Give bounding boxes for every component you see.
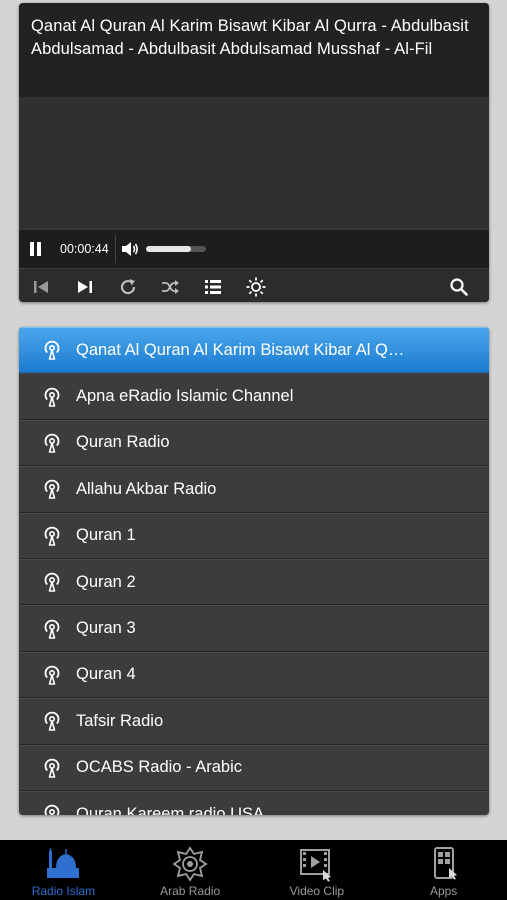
now-playing-title: Qanat Al Quran Al Karim Bisawt Kibar Al …	[19, 3, 489, 97]
station-row[interactable]: Quran Radio	[19, 419, 489, 467]
tab-apps[interactable]: Apps	[380, 840, 507, 900]
search-icon	[450, 277, 468, 296]
station-row[interactable]: Quran 2	[19, 558, 489, 606]
station-row[interactable]: Quran 3	[19, 605, 489, 652]
elapsed-time: 00:00:44	[60, 242, 109, 256]
shuffle-icon	[162, 279, 179, 294]
radio-tower-icon	[44, 480, 60, 500]
tab-video-clip[interactable]: Video Clip	[254, 840, 381, 900]
audio-player: Qanat Al Quran Al Karim Bisawt Kibar Al …	[19, 3, 489, 302]
video-clip-icon	[299, 849, 331, 882]
list-icon	[205, 279, 221, 294]
station-label: Allahu Akbar Radio	[76, 479, 217, 498]
station-label: OCABS Radio - Arabic	[76, 758, 242, 777]
tab-label: Video Clip	[289, 884, 345, 898]
settings-button[interactable]	[235, 269, 277, 302]
station-label: Quran Radio	[76, 433, 170, 452]
radio-tower-icon	[44, 572, 60, 592]
radio-tower-icon	[44, 526, 60, 546]
station-label: Apna eRadio Islamic Channel	[76, 387, 294, 406]
playback-controls: 00:00:44	[19, 229, 489, 268]
radio-tower-icon	[44, 433, 60, 453]
repeat-button[interactable]	[107, 269, 149, 302]
station-label: Quran 1	[76, 526, 136, 545]
station-row[interactable]: Tafsir Radio	[19, 698, 489, 745]
radio-tower-icon	[44, 340, 60, 360]
player-toolbar	[19, 268, 489, 302]
station-row[interactable]: Quran 4	[19, 651, 489, 699]
radio-tower-icon	[44, 665, 60, 685]
tab-bar: Radio Islam Arab Radio Video Clip Apps	[0, 840, 507, 900]
station-row[interactable]: Quran 1	[19, 512, 489, 559]
radio-tower-icon	[44, 758, 60, 778]
previous-button[interactable]	[19, 269, 63, 302]
station-label: Quran 4	[76, 665, 136, 684]
station-label: Qanat Al Quran Al Karim Bisawt Kibar Al …	[76, 340, 411, 359]
tab-arab-radio[interactable]: Arab Radio	[127, 840, 254, 900]
controls-divider	[114, 235, 116, 263]
mosque-icon	[47, 847, 80, 878]
volume-slider[interactable]	[145, 246, 206, 252]
radio-tower-icon	[44, 712, 60, 732]
station-row[interactable]: Qanat Al Quran Al Karim Bisawt Kibar Al …	[19, 327, 489, 374]
shuffle-button[interactable]	[149, 269, 191, 302]
sun-icon	[246, 277, 266, 296]
tab-radio-islam[interactable]: Radio Islam	[0, 840, 127, 900]
station-row[interactable]: Allahu Akbar Radio	[19, 466, 489, 513]
radio-tower-icon	[44, 387, 60, 407]
next-button[interactable]	[63, 269, 107, 302]
station-list[interactable]: Qanat Al Quran Al Karim Bisawt Kibar Al …	[19, 327, 489, 815]
search-button[interactable]	[439, 269, 479, 302]
repeat-icon	[120, 278, 136, 294]
volume-slider-fill	[145, 246, 191, 252]
station-label: Quran Kareem radio USA	[76, 804, 265, 815]
tab-label: Apps	[429, 884, 458, 898]
volume-icon[interactable]	[120, 240, 140, 258]
station-row[interactable]: Apna eRadio Islamic Channel	[19, 373, 489, 420]
apps-phone-icon	[433, 847, 457, 880]
radio-tower-icon	[44, 804, 60, 815]
ornament-icon	[172, 846, 208, 882]
playlist-button[interactable]	[191, 269, 235, 302]
skip-next-icon	[78, 280, 92, 293]
station-row[interactable]: OCABS Radio - Arabic	[19, 744, 489, 791]
station-label: Quran 3	[76, 619, 136, 638]
station-label: Tafsir Radio	[76, 711, 164, 730]
tab-label: Arab Radio	[160, 884, 221, 898]
radio-tower-icon	[44, 619, 60, 639]
tab-label: Radio Islam	[31, 884, 96, 898]
station-row[interactable]: Quran Kareem radio USA	[19, 790, 489, 815]
skip-previous-icon	[34, 280, 48, 293]
station-label: Quran 2	[76, 572, 136, 591]
player-display-area	[19, 97, 489, 229]
pause-button[interactable]	[28, 241, 44, 257]
